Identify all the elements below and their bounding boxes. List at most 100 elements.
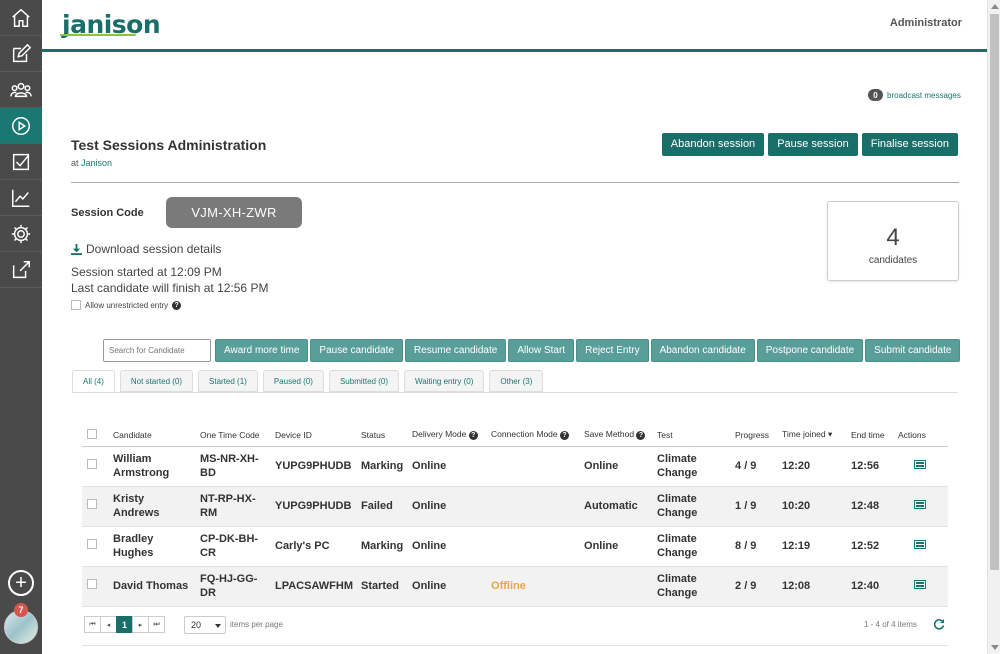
row-checkbox[interactable] <box>87 579 97 589</box>
nav-edit[interactable] <box>0 36 42 72</box>
page-subtitle: at Janison <box>71 158 112 168</box>
help-icon[interactable]: ? <box>636 431 646 441</box>
logo-accent <box>60 34 136 36</box>
scroll-up-arrow[interactable] <box>991 4 999 9</box>
next-page-button[interactable]: ▸ <box>132 616 149 633</box>
prev-page-button[interactable]: ◂ <box>100 616 117 633</box>
session-code-label: Session Code <box>71 207 144 219</box>
col-save-method[interactable]: Save Method ? <box>580 424 654 447</box>
help-icon[interactable]: ? <box>560 431 570 441</box>
one-time-code: NT-RP-HX-RM <box>196 486 271 527</box>
download-session-details-link[interactable]: Download session details <box>71 242 221 256</box>
help-icon[interactable]: ? <box>468 431 478 441</box>
last-finish-text: Last candidate will finish at 12:56 PM <box>71 281 269 295</box>
col-connection-mode[interactable]: Connection Mode ? <box>487 424 581 447</box>
refresh-icon[interactable] <box>933 618 945 630</box>
pause-session-button[interactable]: Pause session <box>768 133 858 156</box>
details-icon[interactable] <box>914 500 927 509</box>
page-title: Test Sessions Administration <box>71 137 267 153</box>
reject-entry-button[interactable]: Reject Entry <box>576 339 649 362</box>
submit-candidate-button[interactable]: Submit candidate <box>865 339 961 362</box>
col-test[interactable]: Test <box>653 424 732 447</box>
abandon-session-button[interactable]: Abandon session <box>661 133 765 156</box>
actions-cell <box>894 446 948 487</box>
candidate-name[interactable]: William Armstrong <box>109 446 196 487</box>
col-device-id[interactable]: Device ID <box>271 424 358 447</box>
tab-other[interactable]: Other (3) <box>489 370 544 392</box>
pause-candidate-button[interactable]: Pause candidate <box>310 339 403 362</box>
nav-sessions[interactable] <box>0 108 42 144</box>
checklist-icon <box>12 153 30 170</box>
help-icon[interactable]: ? <box>172 300 182 310</box>
time-joined: 12:20 <box>778 446 848 487</box>
tab-paused[interactable]: Paused (0) <box>262 370 324 392</box>
nav-external[interactable] <box>0 252 42 288</box>
broadcast-messages-link[interactable]: 0 broadcast messages <box>868 89 961 101</box>
details-icon[interactable] <box>914 460 927 469</box>
col-time-joined[interactable]: Time joined ▾ <box>778 424 848 447</box>
col-delivery-mode[interactable]: Delivery Mode ? <box>408 424 488 447</box>
details-icon[interactable] <box>914 580 927 589</box>
delivery-mode: Online <box>408 526 488 567</box>
row-checkbox[interactable] <box>87 539 97 549</box>
nav-home[interactable] <box>0 0 42 36</box>
items-per-page-select[interactable]: 20 <box>184 616 226 634</box>
row-select-cell <box>82 446 109 487</box>
tab-all[interactable]: All (4) <box>72 370 115 392</box>
add-button[interactable]: + <box>8 570 34 596</box>
nav-users[interactable] <box>0 72 42 108</box>
nav-settings[interactable] <box>0 216 42 252</box>
nav-reports[interactable] <box>0 180 42 216</box>
tabs-divider <box>72 392 958 393</box>
scroll-down-arrow[interactable] <box>991 645 999 650</box>
user-menu[interactable]: Administrator <box>890 17 962 29</box>
nav-marking[interactable] <box>0 144 42 180</box>
unrestricted-entry-label: Allow unrestricted entry <box>85 300 169 310</box>
session-actions: Abandon session Pause session Finalise s… <box>661 133 958 156</box>
award-more-time-button[interactable]: Award more time <box>215 339 309 362</box>
resume-candidate-button[interactable]: Resume candidate <box>404 339 507 362</box>
finalise-session-button[interactable]: Finalise session <box>861 133 958 156</box>
postpone-candidate-button[interactable]: Postpone candidate <box>756 339 864 362</box>
test-name: Climate Change <box>653 526 732 567</box>
col-one-time-code[interactable]: One Time Code <box>196 424 271 447</box>
unrestricted-entry-checkbox[interactable] <box>71 300 81 310</box>
col-status[interactable]: Status <box>357 424 409 447</box>
col-end-time[interactable]: End time <box>847 424 895 447</box>
table-row[interactable]: William Armstrong MS-NR-XH-BD YUPG9PHUDB… <box>82 446 948 487</box>
table-row[interactable]: Kristy Andrews NT-RP-HX-RM YUPG9PHUDB Fa… <box>82 486 948 527</box>
row-checkbox[interactable] <box>87 459 97 469</box>
save-method <box>580 566 654 607</box>
table-row[interactable]: Bradley Hughes CP-DK-BH-CR Carly's PC Ma… <box>82 526 948 567</box>
last-page-button[interactable]: ⏭ <box>148 616 165 633</box>
org-link[interactable]: Janison <box>81 158 112 168</box>
select-all-checkbox[interactable] <box>87 428 97 439</box>
time-joined: 12:19 <box>778 526 848 567</box>
tab-submitted[interactable]: Submitted (0) <box>328 370 399 392</box>
table-row[interactable]: David Thomas FQ-HJ-GG-DR LPACSAWFHM Star… <box>82 566 948 607</box>
select-all-cell <box>82 424 109 447</box>
allow-start-button[interactable]: Allow Start <box>508 339 575 362</box>
connection-mode <box>487 526 581 567</box>
tab-not-started[interactable]: Not started (0) <box>119 370 194 392</box>
col-progress[interactable]: Progress <box>731 424 779 447</box>
candidate-name[interactable]: Bradley Hughes <box>109 526 196 567</box>
status: Marking <box>357 446 409 487</box>
details-icon[interactable] <box>914 540 927 549</box>
save-method-label: Save Method <box>584 429 635 440</box>
tab-waiting-entry[interactable]: Waiting entry (0) <box>404 370 485 392</box>
col-candidate[interactable]: Candidate <box>109 424 196 447</box>
abandon-candidate-button[interactable]: Abandon candidate <box>650 339 755 362</box>
candidate-name[interactable]: Kristy Andrews <box>109 486 196 527</box>
search-candidate-input[interactable] <box>103 339 211 362</box>
one-time-code: CP-DK-BH-CR <box>196 526 271 567</box>
one-time-code: MS-NR-XH-BD <box>196 446 271 487</box>
candidate-name[interactable]: David Thomas <box>109 566 196 607</box>
connection-mode <box>487 486 581 527</box>
row-checkbox[interactable] <box>87 499 97 509</box>
tab-started[interactable]: Started (1) <box>198 370 258 392</box>
page-number-button[interactable]: 1 <box>116 616 133 633</box>
scrollbar-thumb[interactable] <box>990 14 999 570</box>
page-scrollbar[interactable] <box>987 0 1000 654</box>
first-page-button[interactable]: ⏮ <box>84 616 101 633</box>
